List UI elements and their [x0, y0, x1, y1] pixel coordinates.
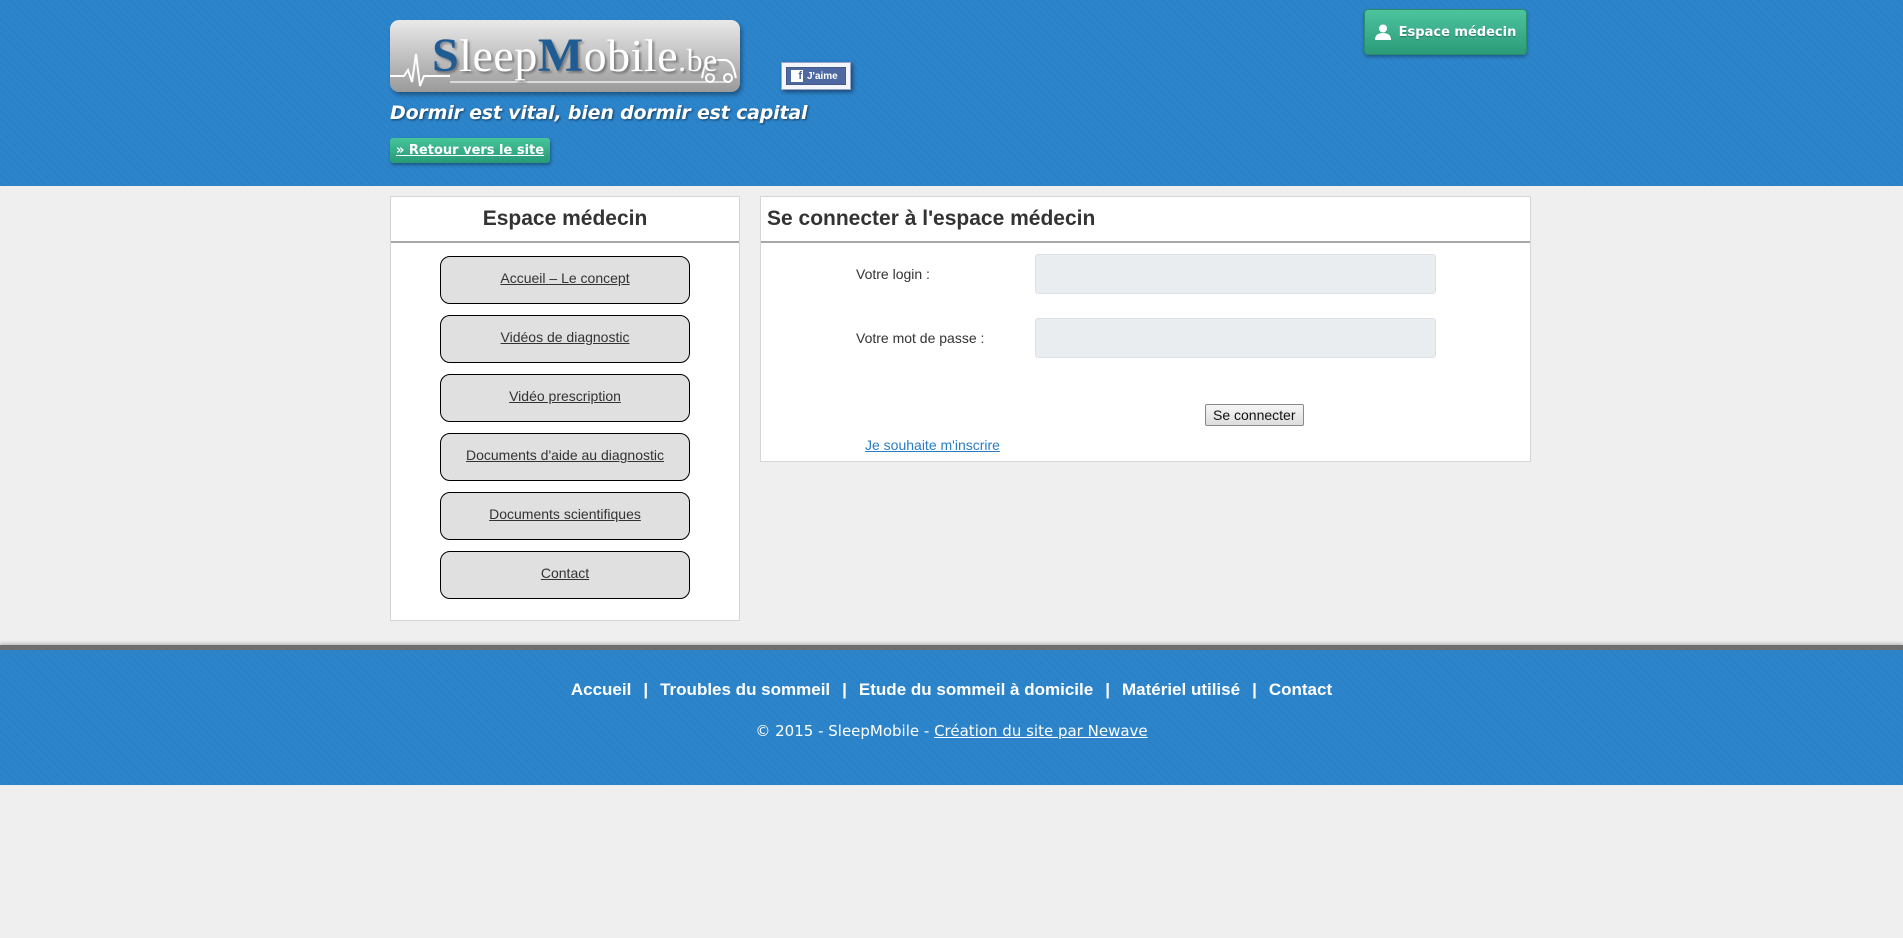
login-title: Se connecter à l'espace médecin — [761, 197, 1530, 243]
doctor-space-button[interactable]: Espace médecin — [1364, 9, 1527, 55]
user-icon — [1374, 24, 1391, 40]
footer-separator: | — [1252, 680, 1257, 699]
site-logo[interactable]: SleepMobile.be — [390, 20, 740, 92]
footer-separator: | — [842, 680, 847, 699]
site-header: SleepMobile.be f J'aime Dormir est vital… — [0, 0, 1903, 186]
footer-nav: Accueil | Troubles du sommeil | Etude du som… — [0, 680, 1903, 700]
footer-separator: | — [643, 680, 649, 699]
footer-link-equipment[interactable]: Matériel utilisé — [1122, 680, 1240, 699]
sidebar-title: Espace médecin — [391, 197, 739, 243]
site-footer: Accueil | Troubles du sommeil | Etude du som… — [0, 645, 1903, 785]
sidebar-item-concept[interactable]: Accueil – Le concept — [440, 256, 690, 304]
password-label: Votre mot de passe : — [856, 330, 985, 346]
login-label: Votre login : — [856, 266, 930, 282]
sidebar-panel: Espace médecin Accueil – Le concept Vidé… — [390, 196, 740, 621]
facebook-like-label: J'aime — [807, 70, 838, 82]
footer-link-contact[interactable]: Contact — [1269, 680, 1332, 699]
footer-link-home-sleep-study[interactable]: Etude du sommeil à domicile — [859, 680, 1093, 699]
password-input[interactable] — [1035, 318, 1436, 358]
login-input[interactable] — [1035, 254, 1436, 294]
sidebar-item-contact[interactable]: Contact — [440, 551, 690, 599]
doctor-space-label: Espace médecin — [1398, 24, 1517, 40]
register-link[interactable]: Je souhaite m'inscrire — [865, 437, 1000, 453]
logo-text: SleepMobile.be — [432, 29, 718, 82]
sidebar-item-scientific-documents[interactable]: Documents scientifiques — [440, 492, 690, 540]
credit-link[interactable]: Création du site par Newave — [934, 722, 1148, 740]
footer-link-sleep-disorders[interactable]: Troubles du sommeil — [660, 680, 830, 699]
sidebar-item-diagnostic-documents[interactable]: Documents d'aide au diagnostic — [440, 433, 690, 481]
sidebar-item-diagnostic-videos[interactable]: Vidéos de diagnostic — [440, 315, 690, 363]
site-tagline: Dormir est vital, bien dormir est capita… — [390, 102, 808, 124]
facebook-icon: f — [791, 70, 803, 82]
footer-link-home[interactable]: Accueil — [571, 680, 631, 699]
login-submit-button[interactable]: Se connecter — [1205, 404, 1304, 426]
facebook-like-button[interactable]: f J'aime — [781, 62, 851, 90]
back-to-site-link[interactable]: » Retour vers le site — [390, 138, 551, 163]
sidebar-menu: Accueil – Le concept Vidéos de diagnosti… — [391, 243, 739, 599]
footer-copyright: © 2015 - SleepMobile - Création du site … — [0, 722, 1903, 740]
login-panel: Se connecter à l'espace médecin Votre lo… — [760, 196, 1531, 462]
sidebar-item-prescription-video[interactable]: Vidéo prescription — [440, 374, 690, 422]
footer-separator: | — [1105, 680, 1110, 699]
copyright-text: © 2015 - SleepMobile - — [755, 722, 935, 740]
